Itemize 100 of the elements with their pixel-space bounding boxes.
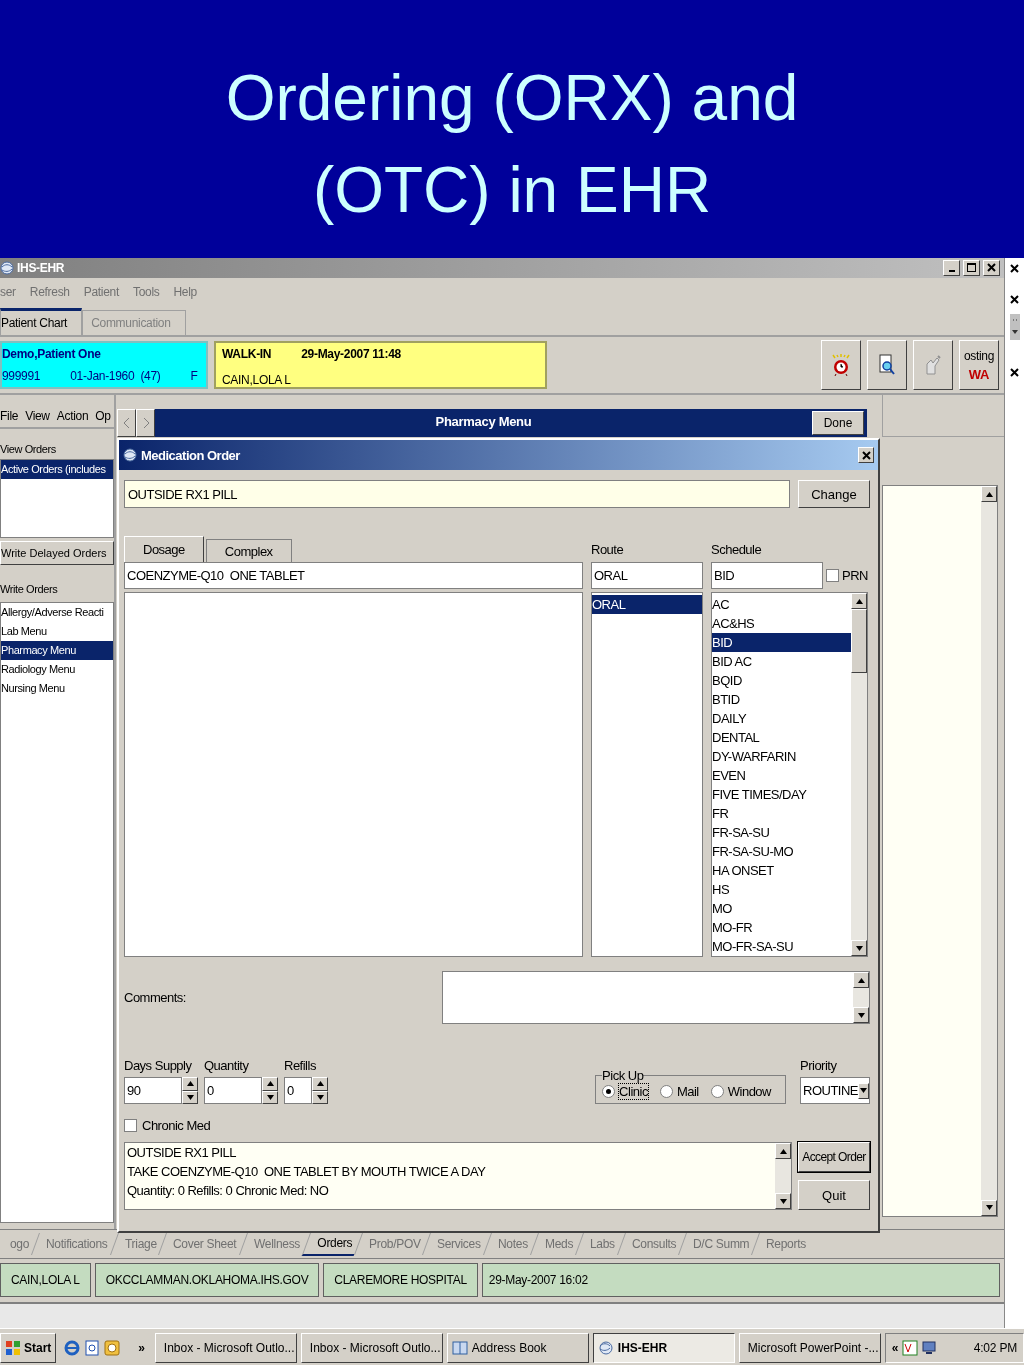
taskbar-item[interactable]: Address Book xyxy=(446,1332,589,1363)
list-item[interactable]: Lab Menu xyxy=(1,622,113,641)
list-item[interactable]: FR-SA-SU xyxy=(712,823,851,842)
number-field[interactable]: 0 xyxy=(204,1077,262,1104)
route-field[interactable]: ORAL xyxy=(591,562,703,589)
list-item[interactable]: Active Orders (includes xyxy=(1,460,113,479)
list-item[interactable]: ORAL xyxy=(592,595,702,614)
taskbar-item[interactable]: Inbox - Microsoft Outlo... xyxy=(154,1332,297,1363)
tab[interactable]: Patient Chart xyxy=(0,308,83,336)
field-label: Quantity xyxy=(204,1058,250,1073)
radio-button[interactable] xyxy=(710,1084,724,1098)
maximize-button[interactable] xyxy=(963,259,980,276)
alarm-button[interactable] xyxy=(821,340,861,391)
scroll-arrows-icon xyxy=(1009,314,1020,340)
computer-icon[interactable] xyxy=(922,1339,939,1356)
down-arrow-icon xyxy=(855,945,863,951)
spin-buttons[interactable] xyxy=(262,1077,278,1104)
clock-icon[interactable] xyxy=(104,1339,121,1356)
list-item[interactable]: FIVE TIMES/DAY xyxy=(712,785,851,804)
menu-item[interactable]: Op xyxy=(95,409,111,427)
list-item[interactable]: Radiology Menu xyxy=(1,660,113,679)
list-item[interactable]: EVEN xyxy=(712,766,851,785)
list-item[interactable]: BQID xyxy=(712,671,851,690)
forward-button[interactable] xyxy=(136,409,155,437)
close-icon[interactable] xyxy=(1010,368,1019,377)
checkbox[interactable] xyxy=(826,569,840,582)
minimize-icon xyxy=(948,270,955,273)
list-item[interactable]: DAILY xyxy=(712,709,851,728)
taskbar-item[interactable]: IHS-EHR xyxy=(592,1332,735,1363)
accept-order-button[interactable]: Accept Order xyxy=(798,1142,870,1172)
scrollbar[interactable] xyxy=(853,972,869,1023)
back-button[interactable] xyxy=(117,409,136,437)
list-item[interactable]: DY-WARFARIN xyxy=(712,747,851,766)
menu-item[interactable]: File xyxy=(0,409,19,427)
taskbar-item[interactable]: Inbox - Microsoft Outlo... xyxy=(300,1332,443,1363)
quit-button[interactable]: Quit xyxy=(798,1180,870,1210)
tray-expand-button[interactable]: « xyxy=(891,1340,899,1355)
start-button[interactable]: Start xyxy=(0,1332,57,1363)
summary-line: TAKE COENZYME-Q10 ONE TABLET BY MOUTH TWICE A DAY xyxy=(127,1164,487,1181)
visit-datetime: 29-May-2007 11:48 xyxy=(301,347,401,362)
list-item[interactable]: HS xyxy=(712,880,851,899)
route-list[interactable]: ORAL xyxy=(591,592,703,957)
vnc-icon[interactable] xyxy=(902,1339,919,1356)
taskbar-item[interactable]: Microsoft PowerPoint -... xyxy=(738,1332,881,1363)
signature-button[interactable] xyxy=(913,340,953,391)
tab[interactable]: Dosage xyxy=(124,536,204,562)
globe-icon xyxy=(0,260,14,275)
up-arrow-icon xyxy=(855,598,863,604)
menu-item[interactable]: Action xyxy=(56,409,89,427)
list-item[interactable]: BID AC xyxy=(712,652,851,671)
spin-buttons[interactable] xyxy=(312,1077,328,1104)
list-item[interactable]: MO-FR-SA-SU xyxy=(712,937,851,956)
list-item[interactable]: FR xyxy=(712,804,851,823)
more-button[interactable]: » xyxy=(138,1340,145,1355)
change-button[interactable]: Change xyxy=(798,480,870,508)
document-icon[interactable] xyxy=(84,1339,101,1356)
down-arrow-icon xyxy=(779,1198,787,1204)
scrollbar[interactable] xyxy=(981,486,997,1216)
list-item[interactable]: Pharmacy Menu xyxy=(1,641,113,660)
browser-icon[interactable] xyxy=(64,1339,81,1356)
priority-dropdown[interactable]: ROUTINE xyxy=(800,1077,870,1104)
list-item[interactable]: MO xyxy=(712,899,851,918)
number-field[interactable]: 0 xyxy=(284,1077,312,1104)
posting-button[interactable]: osting WA xyxy=(959,340,999,391)
radio-button[interactable] xyxy=(602,1084,616,1098)
minimize-button[interactable] xyxy=(943,259,960,276)
dosage-field[interactable]: COENZYME-Q10 ONE TABLET xyxy=(124,562,583,589)
checkbox[interactable] xyxy=(124,1118,137,1132)
list-item[interactable]: HA ONSET xyxy=(712,861,851,880)
number-field[interactable]: 90 xyxy=(124,1077,182,1104)
spin-buttons[interactable] xyxy=(182,1077,198,1104)
document-search-button[interactable] xyxy=(867,340,907,391)
list-item[interactable]: Allergy/Adverse Reacti xyxy=(1,603,113,622)
list-item[interactable]: BTID xyxy=(712,690,851,709)
list-item[interactable]: Nursing Menu xyxy=(1,679,113,698)
schedule-field[interactable]: BID xyxy=(711,562,824,589)
close-icon[interactable] xyxy=(1010,264,1019,273)
list-item[interactable]: BID xyxy=(712,633,851,652)
close-icon[interactable] xyxy=(1010,295,1019,304)
drug-field[interactable]: OUTSIDE RX1 PILL xyxy=(124,480,790,508)
write-orders-list[interactable]: Allergy/Adverse Reacti Lab Menu Pharmacy Menu Radiology Menu Nursing Menu xyxy=(0,602,114,1223)
list-item[interactable]: AC xyxy=(712,595,851,614)
menu-item[interactable]: View xyxy=(25,409,50,427)
close-button[interactable] xyxy=(983,259,1000,276)
list-item[interactable]: DENTAL xyxy=(712,728,851,747)
comments-field[interactable] xyxy=(441,971,870,1024)
done-button[interactable]: Done xyxy=(812,411,864,435)
scrollbar[interactable] xyxy=(775,1143,791,1209)
view-orders-list[interactable]: Active Orders (includes xyxy=(0,459,114,538)
write-delayed-orders-button[interactable]: Write Delayed Orders xyxy=(0,541,114,565)
field-label: Refills xyxy=(284,1058,317,1073)
scrollbar-thumb[interactable] xyxy=(851,609,867,673)
list-item[interactable]: AC&HS xyxy=(712,614,851,633)
close-button[interactable] xyxy=(858,447,874,463)
scrollbar[interactable] xyxy=(851,593,867,956)
tab[interactable]: Complex xyxy=(205,539,292,562)
list-item[interactable]: FR-SA-SU-MO xyxy=(712,842,851,861)
radio-button[interactable] xyxy=(659,1084,673,1098)
list-item[interactable]: MO-FR xyxy=(712,918,851,937)
schedule-list[interactable]: AC AC&HS BID BID AC BQID BTID DAILY DENTAL DY-WARFARIN EVEN FIVE TIMES/DAY FR FR-SA-SU FR-SA-SU-MO HA ONSET HS MO MO-FR MO-FR-SA-SU xyxy=(711,592,868,957)
